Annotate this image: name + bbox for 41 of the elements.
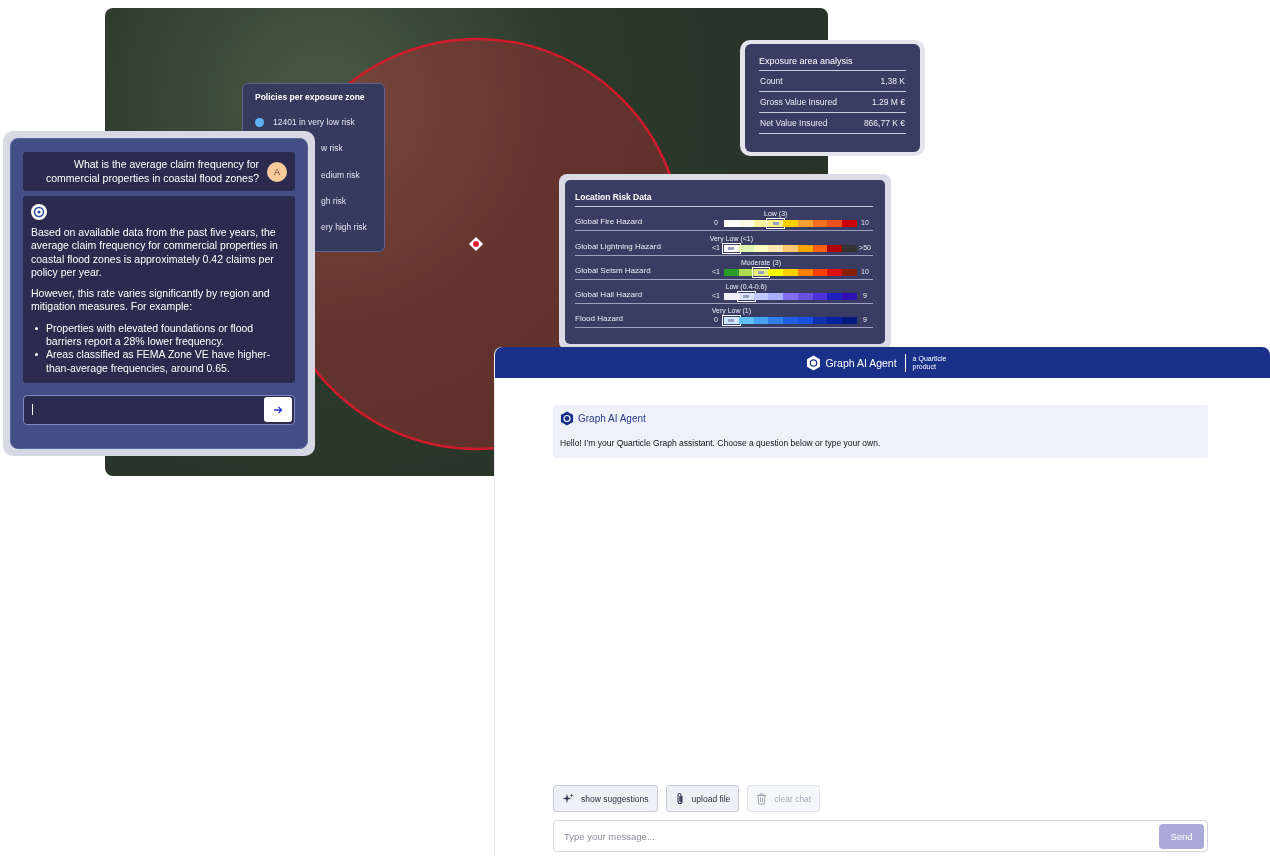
hexagon-logo-icon [560, 411, 574, 426]
app-title: Graph AI Agent [825, 356, 897, 369]
answer-paragraph: Based on available data from the past five years, the average claim frequency for commercial properties in coastal flood zones is approximately 0.42 claims per policy per year. [31, 226, 279, 280]
bullet-text: Areas classified as FEMA Zone VE have higher-than-average frequencies, around 0.65. [46, 348, 272, 375]
arrow-right-icon [273, 404, 283, 415]
trash-icon [756, 792, 768, 805]
action-button[interactable]: upload file [665, 785, 740, 812]
paperclip-icon [674, 792, 685, 805]
zone-label: 12401 in very low risk [273, 117, 355, 128]
metric-label: Gross Value Insured [760, 97, 837, 107]
answer-paragraph: However, this rate varies significantly by region and mitigation measures. For example: [31, 287, 271, 314]
question-text: What is the average claim frequency for commercial properties in coastal flood zones? [44, 158, 259, 185]
bullet-icon [35, 353, 38, 357]
panel-title: Policies per exposure zone [255, 92, 366, 102]
hazard-name: Flood Hazard [575, 314, 624, 325]
bot-logo-icon [31, 204, 47, 220]
zone-label: gh risk [321, 196, 347, 207]
metric-label: Count [760, 76, 783, 86]
user-avatar: A [267, 161, 287, 182]
zone-label: w risk [321, 143, 343, 154]
hazard-name: Global Hail Hazard [575, 290, 643, 301]
zone-label: edium risk [321, 169, 360, 180]
bullet-text: Properties with elevated foundations or flood barriers report a 28% lower frequency. [46, 321, 255, 349]
panel-title: Exposure area analysis [759, 56, 906, 71]
text-cursor [32, 404, 33, 416]
panel-title: Location Risk Data [575, 192, 873, 207]
chat-input-field[interactable] [23, 394, 295, 425]
zone-label: ery high risk [321, 222, 367, 233]
hazard-name: Global Fire Hazard [575, 217, 643, 228]
hexagon-logo-icon [806, 354, 822, 371]
metric-value: 866,77 K € [863, 118, 905, 128]
hazard-name: Global Lightning Hazard [575, 241, 661, 252]
message-text: Hello! I’m your Quarticle Graph assistant. Choose a question below or type your own. [560, 438, 881, 448]
action-button[interactable]: show suggestions [553, 785, 658, 812]
metric-value: 1,38 K [880, 76, 905, 86]
send-button[interactable] [264, 397, 292, 423]
metric-label: Net Value Insured [760, 118, 828, 128]
bullet-icon [35, 326, 38, 330]
hazard-name: Global Seism Hazard [575, 265, 651, 276]
metric-value: 1.29 M € [871, 97, 905, 107]
sender-name: Graph AI Agent [578, 413, 646, 424]
